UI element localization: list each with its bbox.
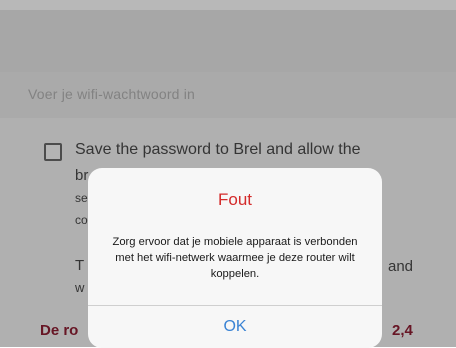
dialog-message: Zorg ervoor dat je mobiele apparaat is v… xyxy=(112,236,358,280)
dialog-title: Fout xyxy=(217,190,253,209)
error-dialog: Fout Zorg ervoor dat je mobiele apparaat… xyxy=(88,168,382,348)
ok-button[interactable]: OK xyxy=(88,306,382,348)
